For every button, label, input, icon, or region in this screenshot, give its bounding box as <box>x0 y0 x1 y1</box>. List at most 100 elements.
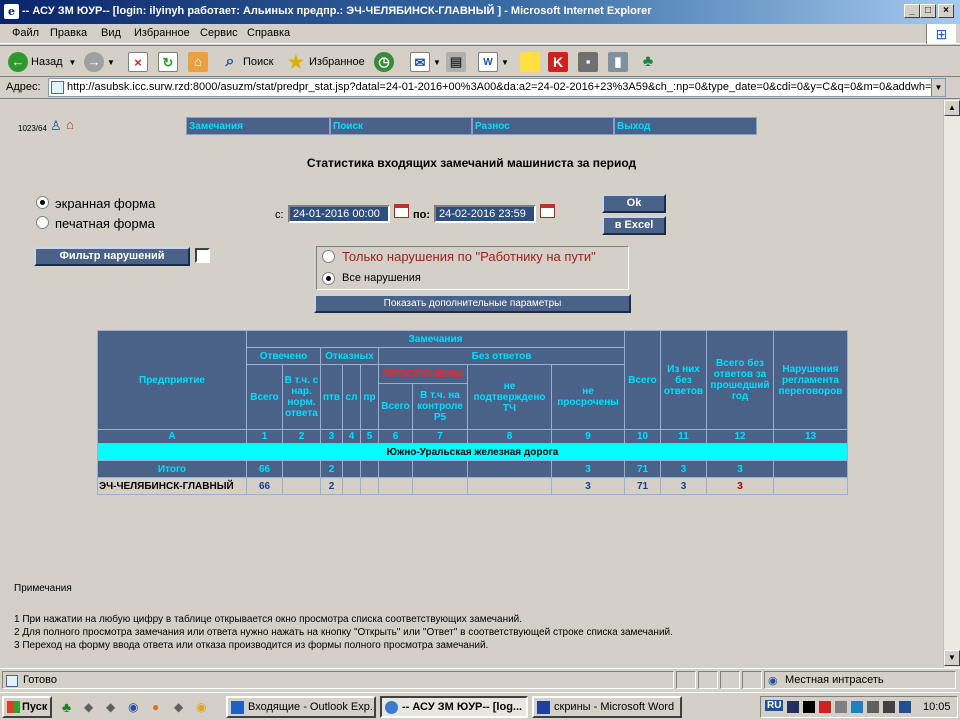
violations-filter-button[interactable]: Фильтр нарушений <box>34 247 190 266</box>
cell-value[interactable] <box>282 460 321 478</box>
tray-icon[interactable] <box>883 701 895 713</box>
address-input[interactable]: http://asubsk.icc.surw.rzd:8000/asuzm/st… <box>48 78 946 97</box>
favorites-button[interactable]: ★ Избранное <box>286 50 365 74</box>
quicklaunch-icon[interactable]: ◆ <box>84 700 93 714</box>
back-button[interactable]: ← Назад ▼ <box>8 50 76 74</box>
toolbar-extra-button[interactable]: ▮ <box>608 50 631 74</box>
cell-value[interactable] <box>467 477 552 495</box>
task-outlook[interactable]: Входящие - Outlook Exp... <box>226 696 376 718</box>
calendar-from-icon[interactable] <box>394 204 409 218</box>
cell-value[interactable] <box>360 477 379 495</box>
menu-favorites[interactable]: Избранное <box>134 27 190 39</box>
cell-value[interactable] <box>342 460 361 478</box>
nav-distribute[interactable]: Разнос <box>472 117 614 135</box>
cell-value[interactable] <box>378 460 413 478</box>
ok-button[interactable]: Ok <box>602 194 666 213</box>
kaspersky-button[interactable]: K <box>548 50 571 74</box>
refresh-button[interactable]: ↻ <box>158 50 181 74</box>
cell-value[interactable] <box>378 477 413 495</box>
cell-value[interactable] <box>412 477 468 495</box>
cell-value[interactable]: 3 <box>660 477 707 495</box>
cell-value[interactable] <box>773 477 848 495</box>
tray-icon[interactable] <box>867 701 879 713</box>
messenger-button[interactable]: ♣ <box>638 50 661 74</box>
notes-button[interactable] <box>520 50 543 74</box>
task-ie-window[interactable]: -- АСУ ЗМ ЮУР-- [log... <box>380 696 528 718</box>
cell-value[interactable]: 3 <box>706 477 774 495</box>
close-button[interactable]: × <box>938 4 954 18</box>
minimize-button[interactable]: _ <box>904 4 920 18</box>
cell-value[interactable]: 71 <box>624 460 661 478</box>
cell-value[interactable]: 3 <box>706 460 774 478</box>
scroll-down-icon[interactable]: ▼ <box>944 650 960 666</box>
show-params-button[interactable]: Показать дополнительные параметры <box>314 294 631 313</box>
date-from-input[interactable]: 24-01-2016 00:00 <box>288 205 390 223</box>
vertical-scrollbar[interactable]: ▲ ▼ <box>943 100 960 668</box>
cell-value[interactable]: 3 <box>551 477 625 495</box>
nav-search[interactable]: Поиск <box>330 117 472 135</box>
quicklaunch-icon[interactable]: ◆ <box>106 700 115 714</box>
address-dropdown-icon[interactable]: ▼ <box>931 79 945 96</box>
row-name[interactable]: ЭЧ-ЧЕЛЯБИНСК-ГЛАВНЫЙ <box>97 477 247 495</box>
tray-icon[interactable] <box>803 701 815 713</box>
date-to-input[interactable]: 24-02-2016 23:59 <box>434 205 536 223</box>
print-form-radio[interactable] <box>36 216 49 229</box>
tray-icon[interactable] <box>835 701 847 713</box>
quicklaunch-icon[interactable]: ◉ <box>196 700 206 714</box>
start-button[interactable]: Пуск <box>2 696 52 718</box>
cell-value[interactable]: 2 <box>320 477 343 495</box>
cell-value[interactable]: 71 <box>624 477 661 495</box>
stop-button[interactable]: × <box>128 50 151 74</box>
tray-icon[interactable] <box>787 701 799 713</box>
forward-button[interactable]: → ▼ <box>84 50 115 74</box>
task-word[interactable]: скрины - Microsoft Word <box>532 696 682 718</box>
menu-view[interactable]: Вид <box>101 27 121 39</box>
quicklaunch-icon[interactable]: ◆ <box>174 700 183 714</box>
history-button[interactable]: ◷ <box>374 50 397 74</box>
screen-form-radio[interactable] <box>36 196 49 209</box>
language-indicator[interactable]: RU <box>765 700 784 711</box>
ie-app-icon[interactable]: e <box>4 4 19 19</box>
search-button[interactable]: ⌕ Поиск <box>220 50 274 74</box>
maximize-button[interactable]: □ <box>920 4 936 18</box>
quicklaunch-icon[interactable]: ◉ <box>128 700 138 714</box>
cell-value[interactable] <box>342 477 361 495</box>
cell-value[interactable]: 3 <box>660 460 707 478</box>
clock[interactable]: 10:05 <box>923 701 951 713</box>
home-page-icon[interactable]: ⌂ <box>66 117 74 132</box>
menu-edit[interactable]: Правка <box>50 27 87 39</box>
mail-button[interactable]: ✉ ▼ <box>410 50 441 74</box>
cell-value[interactable] <box>282 477 321 495</box>
tray-icon[interactable] <box>851 701 863 713</box>
cell-value[interactable]: 66 <box>246 477 283 495</box>
scroll-up-icon[interactable]: ▲ <box>944 100 960 116</box>
violations-filter-checkbox[interactable] <box>195 248 210 263</box>
cell-value[interactable]: 2 <box>320 460 343 478</box>
cell-value[interactable] <box>360 460 379 478</box>
note-line: 2 Для полного просмотра замечания или от… <box>14 627 673 638</box>
cell-value[interactable] <box>412 460 468 478</box>
cell-value[interactable]: 66 <box>246 460 283 478</box>
quicklaunch-tree-icon[interactable]: ♣ <box>62 699 71 715</box>
row-name[interactable]: Итого <box>97 460 247 478</box>
excel-button[interactable]: в Excel <box>602 216 666 235</box>
cell-value[interactable] <box>467 460 552 478</box>
only-worker-violations-radio[interactable] <box>322 250 335 263</box>
quicklaunch-icon[interactable]: ● <box>152 700 159 714</box>
menu-file[interactable]: Файл <box>12 27 39 39</box>
print-button[interactable]: ▤ <box>446 50 469 74</box>
nav-remarks[interactable]: Замечания <box>186 117 330 135</box>
menu-tools[interactable]: Сервис <box>200 27 238 39</box>
user-icon[interactable]: ♙ <box>50 118 62 134</box>
nav-exit[interactable]: Выход <box>614 117 757 135</box>
calendar-to-icon[interactable] <box>540 204 555 218</box>
all-violations-radio[interactable] <box>322 272 335 285</box>
tray-icon[interactable] <box>899 701 911 713</box>
research-button[interactable]: ▪ <box>578 50 601 74</box>
home-button[interactable]: ⌂ <box>188 50 211 74</box>
cell-value[interactable] <box>773 460 848 478</box>
kaspersky-tray-icon[interactable] <box>819 701 831 713</box>
edit-button[interactable]: W ▼ <box>478 50 509 74</box>
menu-help[interactable]: Справка <box>247 27 290 39</box>
cell-value[interactable]: 3 <box>551 460 625 478</box>
